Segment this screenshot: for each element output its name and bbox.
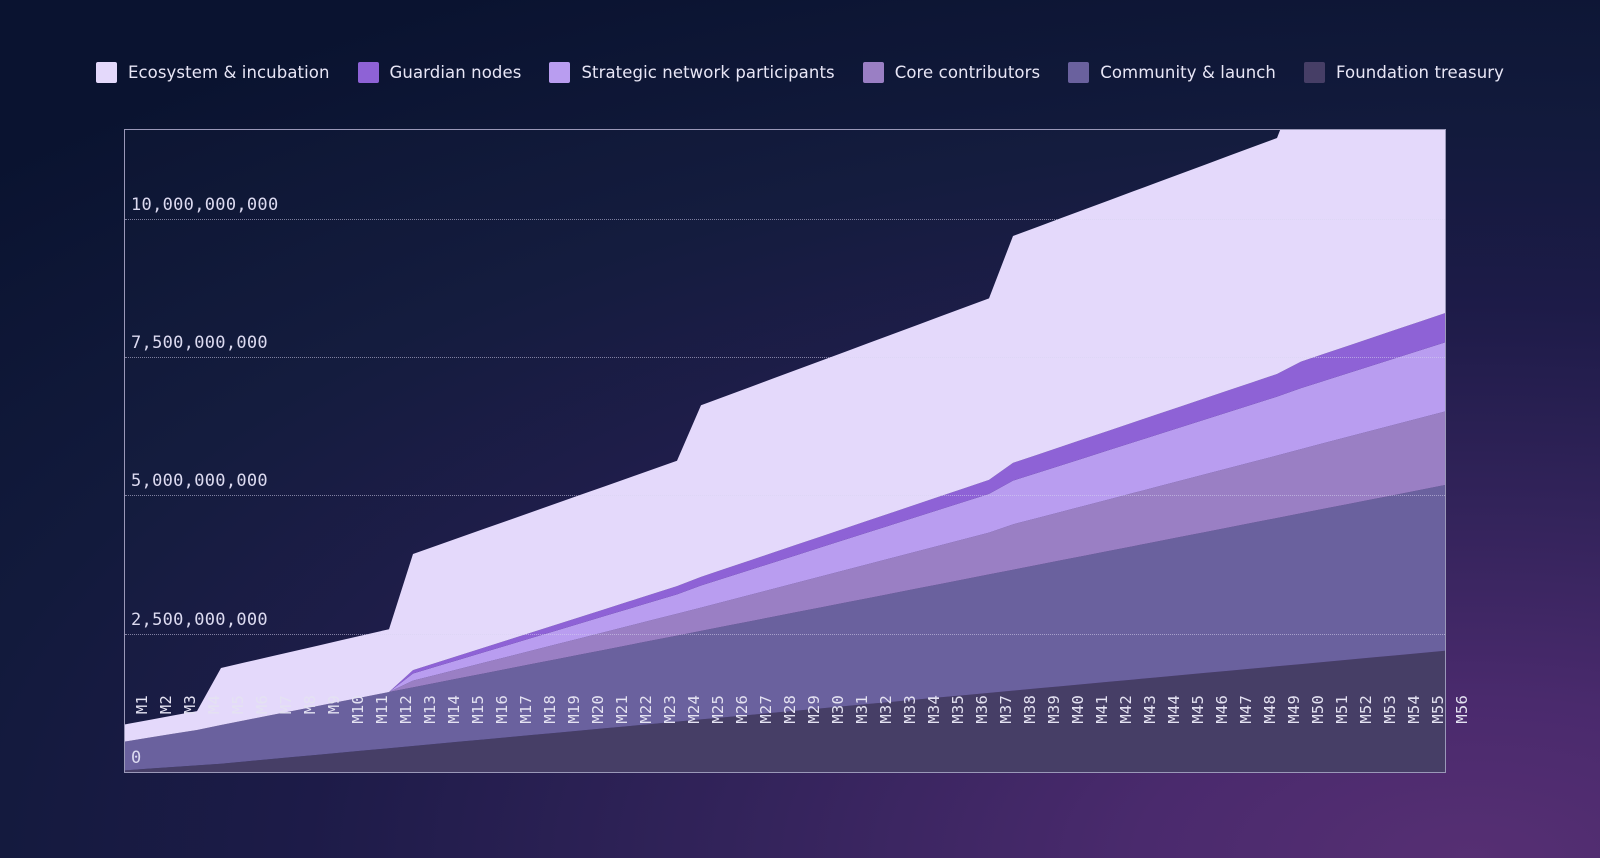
- legend-item-label: Foundation treasury: [1336, 63, 1505, 82]
- x-axis-tick-label: M46: [1213, 695, 1231, 724]
- legend-swatch-icon: [549, 62, 571, 83]
- legend-item[interactable]: Core contributors: [862, 62, 1041, 83]
- x-axis-tick-label: M20: [589, 695, 607, 724]
- chart-plot-area: 0 2,500,000,000 5,000,000,000 7,500,000,000…: [124, 129, 1446, 773]
- x-axis-tick-label: M10: [349, 695, 367, 724]
- x-axis-tick-label: M53: [1381, 695, 1399, 724]
- legend-swatch-icon: [357, 62, 379, 83]
- chart-legend: Ecosystem & incubation Guardian nodes Stra…: [0, 62, 1600, 83]
- y-axis-tick-label: 7,500,000,000: [131, 332, 268, 353]
- x-axis-tick-label: M28: [781, 695, 799, 724]
- x-axis-tick-label: M39: [1045, 695, 1063, 724]
- legend-item[interactable]: Strategic network participants: [549, 62, 835, 83]
- x-axis-tick-label: M11: [373, 695, 391, 724]
- x-axis-tick-label: M31: [853, 695, 871, 724]
- x-axis-tick-label: M18: [541, 695, 559, 724]
- x-axis-tick-label: M54: [1405, 695, 1423, 724]
- x-axis-tick-label: M27: [757, 695, 775, 724]
- x-axis-tick-label: M2: [157, 695, 175, 715]
- x-axis-tick-label: M5: [229, 695, 247, 715]
- legend-item-label: Ecosystem & incubation: [127, 63, 330, 82]
- plot-clip: [125, 130, 1445, 772]
- gridline: [125, 356, 1445, 358]
- y-axis-tick-label: 2,500,000,000: [131, 609, 268, 630]
- x-axis-tick-label: M41: [1093, 695, 1111, 724]
- legend-item-label: Guardian nodes: [389, 63, 522, 82]
- gridline: [125, 495, 1445, 497]
- x-axis-tick-label: M9: [325, 695, 343, 715]
- x-axis-tick-label: M52: [1357, 695, 1375, 724]
- x-axis-tick-label: M19: [565, 695, 583, 724]
- x-axis-tick-label: M37: [997, 695, 1015, 724]
- x-axis-tick-label: M29: [805, 695, 823, 724]
- x-axis-tick-label: M40: [1069, 695, 1087, 724]
- stacked-area-svg: [125, 130, 1445, 772]
- x-axis-tick-label: M30: [829, 695, 847, 724]
- legend-swatch-icon: [95, 62, 117, 83]
- legend-swatch-icon: [1304, 62, 1325, 83]
- gridline: [125, 633, 1445, 635]
- x-axis-tick-label: M12: [397, 695, 415, 724]
- x-axis-tick-label: M25: [709, 695, 727, 724]
- x-axis-tick-label: M6: [253, 695, 271, 715]
- gridline: [125, 218, 1445, 220]
- x-axis-tick-label: M14: [445, 695, 463, 724]
- x-axis-tick-label: M48: [1261, 695, 1279, 724]
- x-axis-tick-label: M23: [661, 695, 679, 724]
- legend-item[interactable]: Community & launch: [1068, 62, 1276, 83]
- x-axis-tick-label: M1: [133, 695, 151, 715]
- x-axis-tick-label: M13: [421, 695, 439, 724]
- legend-swatch-icon: [1068, 62, 1090, 83]
- x-axis-tick-label: M32: [877, 695, 895, 724]
- x-axis-tick-label: M34: [925, 695, 943, 724]
- x-axis-tick-label: M56: [1453, 695, 1471, 724]
- x-axis-tick-label: M35: [949, 695, 967, 724]
- x-axis-tick-label: M8: [301, 695, 319, 715]
- x-axis-tick-label: M45: [1189, 695, 1207, 724]
- legend-item-label: Strategic network participants: [581, 63, 835, 82]
- legend-item-label: Core contributors: [894, 63, 1041, 82]
- x-axis-tick-label: M4: [205, 695, 223, 715]
- x-axis-tick-label: M22: [637, 695, 655, 724]
- x-axis-tick-label: M21: [613, 695, 631, 724]
- x-axis-tick-label: M47: [1237, 695, 1255, 724]
- x-axis-tick-label: M15: [469, 695, 487, 724]
- x-axis-tick-label: M26: [733, 695, 751, 724]
- x-axis-labels: M1 M2 M3 M4 M5 M6 M7 M8 M9 M10 M11 M12 M13 M14 M15 M16 M…: [124, 695, 1471, 765]
- x-axis-tick-label: M50: [1309, 695, 1327, 724]
- legend-swatch-icon: [862, 62, 884, 83]
- x-axis-tick-label: M42: [1117, 695, 1135, 724]
- x-axis-tick-label: M44: [1165, 695, 1183, 724]
- x-axis-tick-label: M24: [685, 695, 703, 724]
- x-axis-tick-label: M43: [1141, 695, 1159, 724]
- x-axis-tick-label: M36: [973, 695, 991, 724]
- x-axis-tick-label: M17: [517, 695, 535, 724]
- y-axis-tick-label: 10,000,000,000: [131, 194, 279, 215]
- legend-item[interactable]: Foundation treasury: [1304, 62, 1504, 83]
- x-axis-tick-label: M33: [901, 695, 919, 724]
- legend-item[interactable]: Ecosystem & incubation: [95, 62, 330, 83]
- y-axis-tick-label: 5,000,000,000: [131, 471, 268, 492]
- legend-item[interactable]: Guardian nodes: [357, 62, 522, 83]
- x-axis-tick-label: M49: [1285, 695, 1303, 724]
- legend-item-label: Community & launch: [1100, 63, 1276, 82]
- x-axis-tick-label: M51: [1333, 695, 1351, 724]
- x-axis-tick-label: M3: [181, 695, 199, 715]
- x-axis-tick-label: M16: [493, 695, 511, 724]
- x-axis-tick-label: M38: [1021, 695, 1039, 724]
- x-axis-tick-label: M7: [277, 695, 295, 715]
- x-axis-tick-label: M55: [1429, 695, 1447, 724]
